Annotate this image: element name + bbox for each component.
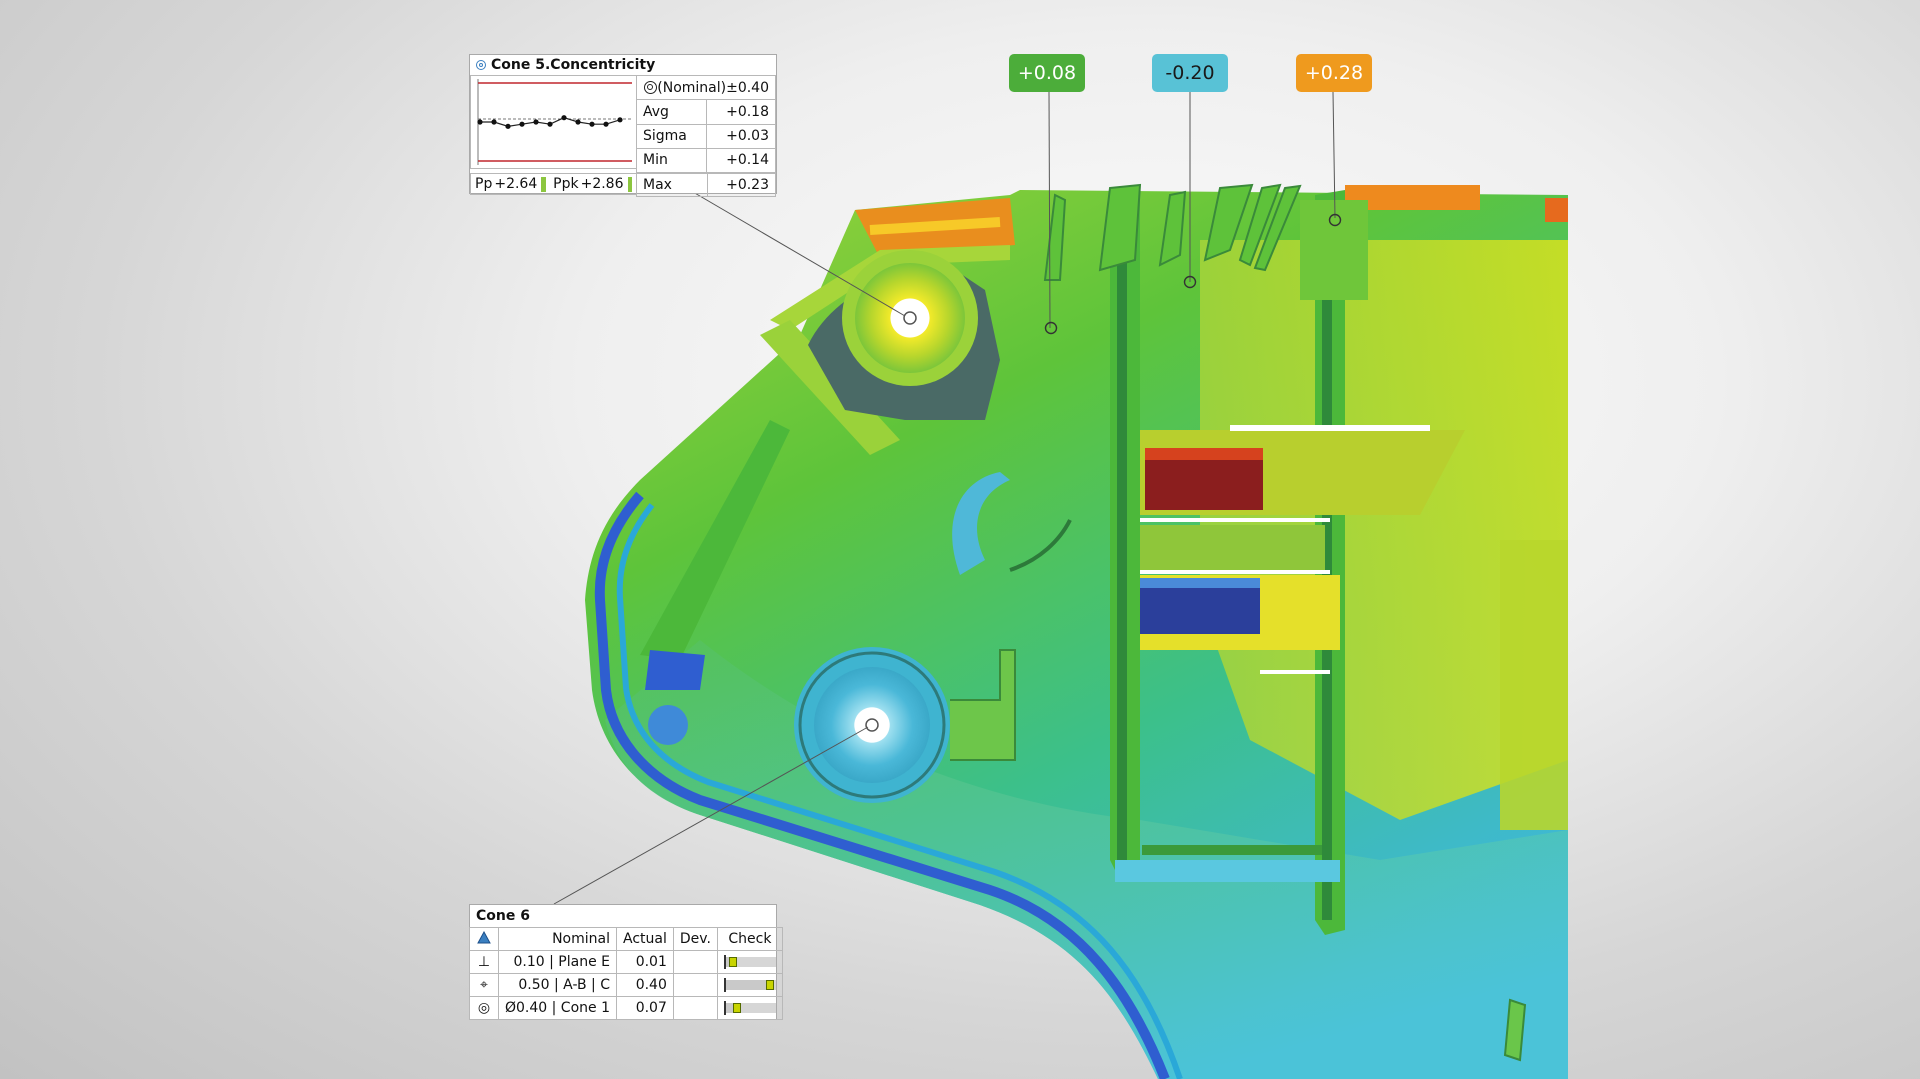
table-row: ⌖ 0.50 | A-B | C 0.40 [469, 973, 783, 997]
check-bar [723, 978, 776, 992]
dev-cell [672, 950, 718, 974]
cone5-max-table: Max +0.23 [636, 173, 776, 197]
stat-label: Max [636, 173, 708, 197]
actual-cell: 0.40 [616, 973, 674, 997]
pp-indicator [541, 176, 546, 192]
cone5-title-text: Cone 5.Concentricity [491, 57, 656, 73]
trend-point [519, 121, 525, 127]
ppk-indicator [627, 176, 633, 192]
trend-point [491, 119, 497, 125]
pp-value: +2.64 [494, 176, 538, 192]
trend-point [533, 119, 539, 125]
pp-label: Pp [475, 176, 493, 192]
trend-point [477, 119, 483, 125]
cone6-panel[interactable]: Cone 6 Nominal Actual Dev. Check ⊥ 0.10 … [469, 904, 783, 1020]
deviation-color-map [553, 91, 1568, 1079]
ppk-value: +2.86 [580, 176, 624, 192]
cone5-concentricity-panel[interactable]: Cone 5.Concentricity (Nominal)±0.40 Avg +… [469, 54, 777, 197]
cone5-stats-table: (Nominal)±0.40 Avg +0.18 Sigma +0.03 Min +0… [635, 74, 776, 174]
cone5-title: Cone 5.Concentricity [470, 55, 776, 75]
stat-label: Avg [635, 99, 708, 125]
table-header-row: Nominal Actual Dev. Check [469, 927, 783, 951]
check-bar [723, 955, 776, 969]
concentricity-icon [644, 80, 658, 94]
nominal-label: (Nominal)±0.40 [657, 79, 769, 96]
deviation-tag-green: +0.08 [1009, 54, 1085, 92]
cone6-title: Cone 6 [476, 908, 530, 924]
trend-chart [470, 75, 637, 169]
dev-cell [672, 973, 718, 997]
datum-triangle-icon [477, 930, 491, 943]
header-check: Check [716, 927, 783, 951]
header-actual: Actual [616, 927, 674, 951]
stat-value: +0.18 [706, 99, 776, 125]
perpendicularity-icon: ⊥ [477, 954, 491, 970]
trend-point [603, 121, 609, 127]
nominal-cell: Ø0.40 | Cone 1 [498, 996, 617, 1020]
stat-value: +0.14 [706, 147, 776, 174]
trend-point [505, 123, 511, 129]
trend-point [547, 121, 553, 127]
concentricity-icon [476, 60, 486, 70]
actual-cell: 0.01 [616, 950, 674, 974]
nominal-cell: 0.10 | Plane E [498, 950, 617, 974]
deviation-tag-orange: +0.28 [1296, 54, 1372, 92]
nominal-cell: 0.50 | A-B | C [498, 973, 617, 997]
trend-point [561, 115, 567, 121]
header-dev: Dev. [672, 927, 718, 951]
datum-cell [469, 927, 499, 951]
stat-value: +0.03 [706, 123, 776, 149]
trend-point [575, 119, 581, 125]
trend-point [617, 117, 623, 123]
nominal-cell: (Nominal)±0.40 [636, 74, 776, 101]
stat-label: Min [635, 147, 708, 174]
position-icon: ⌖ [480, 977, 488, 993]
table-row: ⊥ 0.10 | Plane E 0.01 [469, 950, 783, 974]
stat-label: Sigma [635, 123, 708, 149]
actual-cell: 0.07 [616, 996, 674, 1020]
capability-cell: Pp +2.64 Ppk +2.86 [470, 173, 637, 195]
dev-cell [672, 996, 718, 1020]
concentricity-icon: ◎ [477, 1000, 491, 1016]
deviation-tag-cyan: -0.20 [1152, 54, 1228, 92]
cone6-table: Nominal Actual Dev. Check ⊥ 0.10 | Plane… [469, 927, 783, 1020]
ppk-label: Ppk [553, 176, 579, 192]
check-bar [723, 1001, 776, 1015]
stat-value: +0.23 [707, 173, 776, 197]
table-row: ◎ Ø0.40 | Cone 1 0.07 [469, 996, 783, 1020]
header-nominal: Nominal [498, 927, 617, 951]
trend-point [589, 121, 595, 127]
